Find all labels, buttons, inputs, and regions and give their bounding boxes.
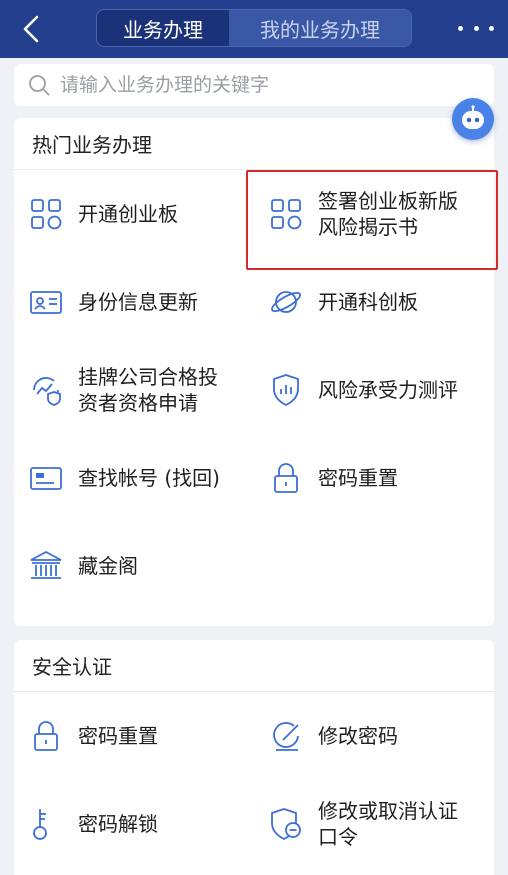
- security-item[interactable]: 密码重置: [28, 692, 158, 780]
- top-nav-bar: 业务办理 我的业务办理: [0, 0, 508, 58]
- grid-apps-icon: [268, 196, 304, 232]
- back-button[interactable]: [14, 12, 48, 46]
- item-label: 签署创业板新版 风险揭示书: [318, 189, 458, 239]
- shield-chart-icon: [268, 372, 304, 408]
- lock-icon: [28, 718, 64, 754]
- hot-item[interactable]: 风险承受力测评: [268, 346, 458, 434]
- chevron-left-icon: [23, 15, 39, 43]
- item-label: 开通创业板: [78, 202, 178, 226]
- item-label: 密码解锁: [78, 812, 158, 836]
- grid-apps-icon: [28, 196, 64, 232]
- card-icon: [28, 460, 64, 496]
- item-label: 查找帐号 (找回): [78, 466, 220, 490]
- search-icon: [29, 75, 50, 96]
- item-label: 密码重置: [318, 466, 398, 490]
- more-button[interactable]: [458, 18, 494, 38]
- planet-icon: [268, 284, 304, 320]
- more-dot: [458, 25, 463, 31]
- robot-icon: [462, 105, 484, 129]
- item-label: 密码重置: [78, 724, 158, 748]
- assistant-bot-button[interactable]: [452, 98, 494, 140]
- hot-item[interactable]: 藏金阁: [28, 522, 138, 610]
- edit-icon: [268, 718, 304, 754]
- id-card-icon: [28, 284, 64, 320]
- building-icon: [28, 548, 64, 584]
- hot-item[interactable]: 身份信息更新: [28, 258, 198, 346]
- hot-item[interactable]: 挂牌公司合格投 资者资格申请: [28, 346, 218, 434]
- tab-business[interactable]: 业务办理: [97, 10, 229, 46]
- key-icon: [28, 806, 64, 842]
- search-bar: [14, 64, 494, 106]
- item-label: 风险承受力测评: [318, 378, 458, 402]
- chart-shield-icon: [28, 372, 64, 408]
- hot-item[interactable]: 开通科创板: [268, 258, 418, 346]
- hot-item[interactable]: 开通创业板: [28, 170, 178, 258]
- hot-item[interactable]: 密码重置: [268, 434, 398, 522]
- tab-my-business[interactable]: 我的业务办理: [229, 10, 411, 46]
- item-label: 修改或取消认证 口令: [318, 799, 458, 849]
- segmented-tabs: 业务办理 我的业务办理: [96, 9, 412, 47]
- hot-business-card: 热门业务办理 开通创业板 签署创业板新版 风险揭示书身份信息更新 开通科创板挂牌公司…: [14, 118, 498, 626]
- hot-item[interactable]: 查找帐号 (找回): [28, 434, 220, 522]
- item-label: 身份信息更新: [78, 290, 198, 314]
- item-label: 开通科创板: [318, 290, 418, 314]
- item-label: 挂牌公司合格投 资者资格申请: [78, 365, 218, 415]
- more-dot: [473, 25, 479, 31]
- section-title: 安全认证: [14, 640, 494, 692]
- security-item[interactable]: 修改或取消认证 口令: [268, 780, 458, 868]
- security-card: 安全认证 密码重置 修改密码密码解锁 修改或取消认证 口令: [14, 640, 494, 875]
- security-item[interactable]: 修改密码: [268, 692, 398, 780]
- search-input[interactable]: [60, 74, 440, 96]
- hot-item[interactable]: 签署创业板新版 风险揭示书: [268, 170, 458, 258]
- lock-icon: [268, 460, 304, 496]
- item-label: 藏金阁: [78, 554, 138, 578]
- shield-minus-icon: [268, 806, 304, 842]
- section-title: 热门业务办理: [14, 118, 494, 170]
- more-dot: [489, 25, 494, 31]
- security-item[interactable]: 密码解锁: [28, 780, 158, 868]
- item-label: 修改密码: [318, 724, 398, 748]
